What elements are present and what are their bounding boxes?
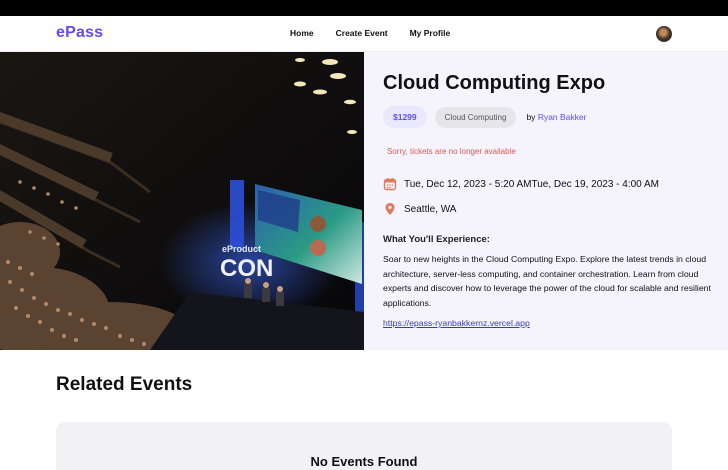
event-description: Soar to new heights in the Cloud Computi… <box>383 254 711 308</box>
svg-text:CON: CON <box>220 255 273 282</box>
related-events-empty-state: No Events Found <box>56 422 672 470</box>
nav-my-profile-link[interactable]: My Profile <box>410 28 451 38</box>
event-url-link[interactable]: https://epass-ryanbakkernz.vercel.app <box>383 318 530 328</box>
organizer-prefix: by <box>526 112 536 122</box>
event-title: Cloud Computing Expo <box>383 72 606 94</box>
event-tags: $1299 Cloud Computing by Ryan Bakker <box>383 106 586 128</box>
logo[interactable]: ePass <box>56 24 103 42</box>
no-events-message: No Events Found <box>310 454 418 469</box>
related-events-heading: Related Events <box>56 374 193 395</box>
calendar-icon <box>383 178 397 191</box>
nav-home-link[interactable]: Home <box>290 28 314 38</box>
nav-links: Home Create Event My Profile <box>290 28 450 38</box>
event-hero: eProduct CON Cloud Computing Expo $1299 … <box>0 52 728 350</box>
event-location: Seattle, WA <box>404 203 457 215</box>
event-image: eProduct CON <box>0 52 364 350</box>
experience-heading: What You'll Experience: <box>383 234 490 245</box>
nav-create-event-link[interactable]: Create Event <box>336 28 388 38</box>
event-location-row: Seattle, WA <box>383 202 456 216</box>
event-date-row: Tue, Dec 12, 2023 - 5:20 AMTue, Dec 19, … <box>383 177 659 191</box>
user-avatar[interactable] <box>656 26 672 42</box>
event-dates: Tue, Dec 12, 2023 - 5:20 AMTue, Dec 19, … <box>404 178 659 190</box>
category-badge[interactable]: Cloud Computing <box>434 106 517 128</box>
browser-top-bar <box>0 0 728 16</box>
svg-text:eProduct: eProduct <box>222 244 261 254</box>
organizer-line: by Ryan Bakker <box>526 112 586 122</box>
map-pin-icon <box>385 203 395 215</box>
navbar: ePass Home Create Event My Profile <box>0 16 728 52</box>
tickets-unavailable-message: Sorry, tickets are no longer available <box>387 147 516 156</box>
organizer-name[interactable]: Ryan Bakker <box>538 112 587 122</box>
event-details: Cloud Computing Expo $1299 Cloud Computi… <box>383 52 713 350</box>
price-badge: $1299 <box>383 106 427 128</box>
